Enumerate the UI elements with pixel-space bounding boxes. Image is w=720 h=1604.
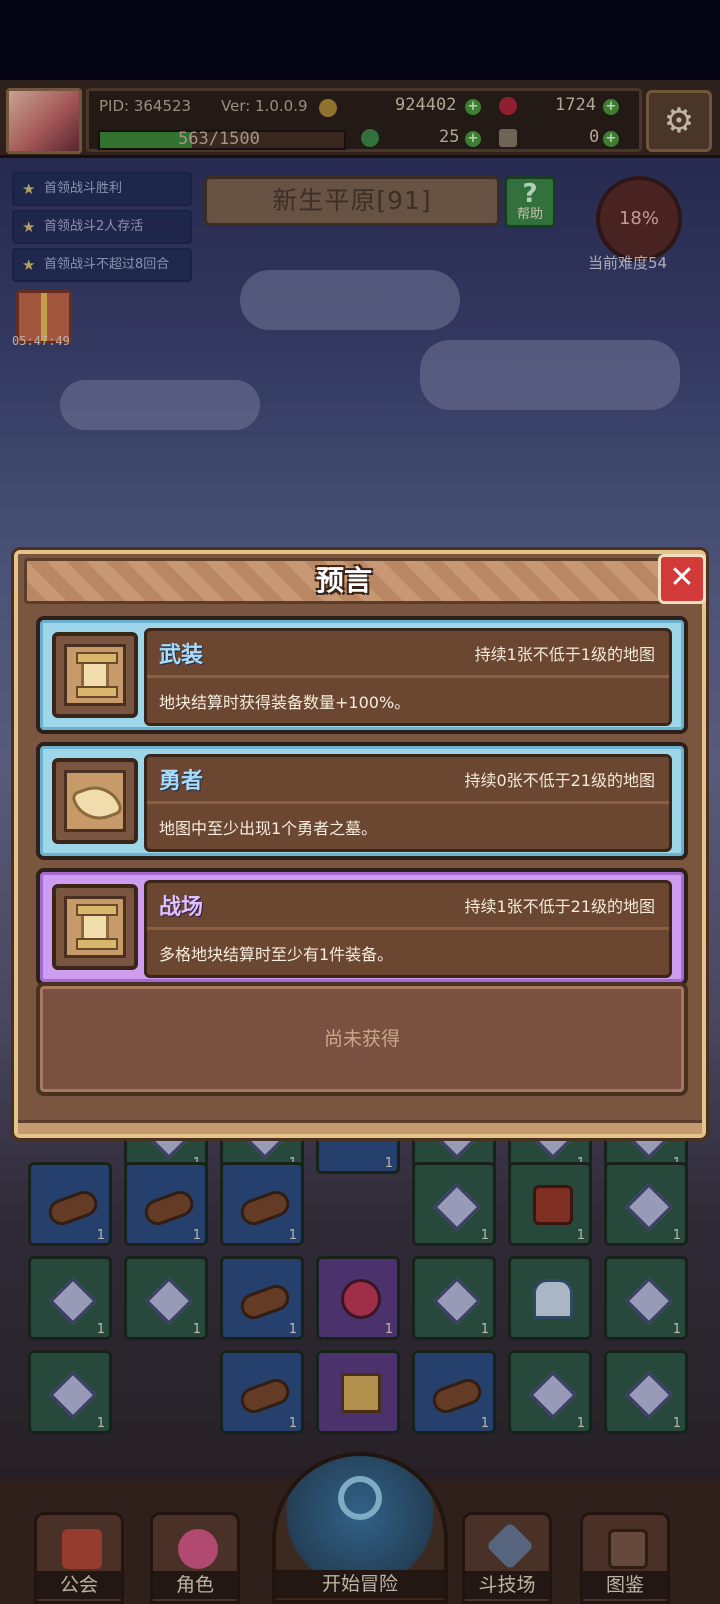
prophecy-card[interactable]: 战场 持续1张不低于21级的地图 多格地块结算时至少有1件装备。 [36,868,688,986]
card-icon-frame [52,632,138,718]
bird-icon [70,778,124,828]
card-icon-frame [52,758,138,844]
card-description: 地图中至少出现1个勇者之墓。 [159,819,378,838]
card-description: 地块结算时获得装备数量+100%。 [159,693,411,712]
card-description: 多格地块结算时至少有1件装备。 [159,945,394,964]
prophecy-modal: 预言 ✕ 武装 持续1张不低于1级的地图 地块结算时获得装备数量+100%。 勇… [14,550,706,1138]
empty-slot-label: 尚未获得 [323,1028,400,1050]
card-icon-frame [52,884,138,970]
close-button[interactable]: ✕ [658,554,706,604]
card-duration: 持续0张不低于21级的地图 [464,771,655,790]
card-body: 战场 持续1张不低于21级的地图 多格地块结算时至少有1件装备。 [144,880,672,978]
card-divider [147,675,669,678]
card-divider [147,927,669,930]
close-icon: ✕ [669,560,695,595]
card-body: 勇者 持续0张不低于21级的地图 地图中至少出现1个勇者之墓。 [144,754,672,852]
modal-header: 预言 [24,558,664,604]
card-name: 战场 [159,895,204,920]
card-duration: 持续1张不低于21级的地图 [464,897,655,916]
modal-footer-strip [18,1120,702,1134]
prophecy-card[interactable]: 勇者 持续0张不低于21级的地图 地图中至少出现1个勇者之墓。 [36,742,688,860]
scroll-icon [76,904,118,950]
prophecy-card[interactable]: 武装 持续1张不低于1级的地图 地块结算时获得装备数量+100%。 [36,616,688,734]
modal-title: 预言 [315,564,372,597]
empty-prophecy-slot: 尚未获得 [36,982,688,1096]
card-duration: 持续1张不低于1级的地图 [474,645,655,664]
card-name: 勇者 [159,769,204,794]
card-body: 武装 持续1张不低于1级的地图 地块结算时获得装备数量+100%。 [144,628,672,726]
scroll-icon [76,652,118,698]
card-divider [147,801,669,804]
card-name: 武装 [159,643,204,668]
